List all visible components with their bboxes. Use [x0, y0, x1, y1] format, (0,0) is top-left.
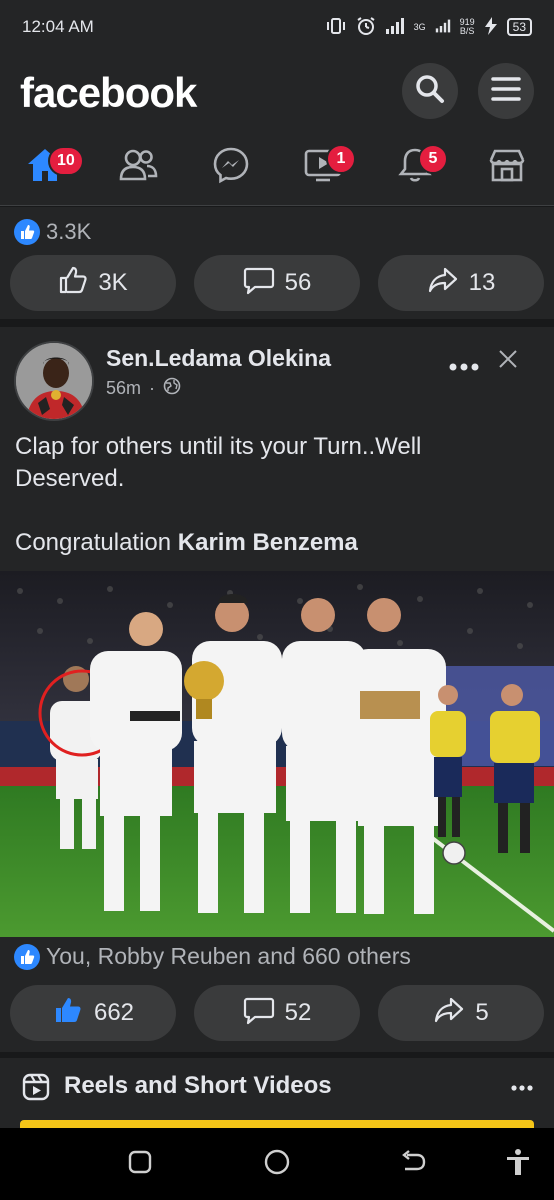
accessibility-button[interactable] [502, 1148, 534, 1180]
reaction-summary[interactable]: 3.3K [14, 219, 91, 245]
recents-icon [128, 1150, 152, 1179]
reels-section: Reels and Short Videos [0, 1058, 554, 1128]
like-count: 3K [98, 269, 128, 296]
share-count: 5 [475, 999, 489, 1026]
post-divider [0, 319, 554, 327]
post-previous: 3.3K 3K 56 13 [0, 207, 554, 319]
comment-count: 56 [284, 269, 312, 296]
menu-icon [490, 75, 522, 108]
search-icon [414, 73, 446, 110]
share-icon [433, 995, 465, 1032]
like-reaction-icon [14, 943, 40, 970]
nav-marketplace[interactable] [482, 142, 532, 192]
comment-button[interactable]: 56 [194, 255, 360, 311]
comment-button[interactable]: 52 [194, 985, 360, 1041]
post-text-line1: Clap for others until its your Turn..Wel… [15, 433, 422, 492]
back-button[interactable] [398, 1148, 430, 1180]
like-reaction-icon [14, 219, 40, 245]
nav-messenger[interactable] [206, 142, 256, 192]
hide-post-button[interactable] [496, 345, 520, 379]
facebook-logo: facebook [20, 69, 197, 116]
menu-button[interactable] [478, 63, 534, 119]
post-time[interactable]: 56m [106, 378, 141, 399]
net-speed: 919 B/S [460, 18, 475, 36]
status-bar: 12:04 AM 3G 919 B/S 53 [0, 0, 554, 54]
nav-home[interactable]: 10 [20, 142, 84, 192]
nav-friends[interactable] [113, 142, 163, 192]
reels-more-button[interactable] [510, 1068, 534, 1099]
reaction-count: 3.3K [46, 219, 92, 244]
comment-icon [243, 265, 275, 302]
back-icon [401, 1149, 427, 1179]
author-name[interactable]: Sen.Ledama Olekina [106, 345, 331, 372]
reels-icon [22, 1073, 50, 1106]
vibrate-icon [325, 17, 347, 38]
share-count: 13 [468, 269, 496, 296]
reactions-text: You, Robby Reuben and 660 others [46, 943, 411, 969]
battery-level: 53 [506, 18, 532, 36]
thumbs-up-icon [58, 265, 88, 302]
status-time: 12:04 AM [22, 17, 94, 36]
system-nav-bar [0, 1128, 554, 1200]
like-button[interactable]: 3K [10, 255, 176, 311]
share-button[interactable]: 13 [378, 255, 544, 311]
friends-icon [118, 148, 158, 187]
post-card: Sen.Ledama Olekina 56m · Clap for others… [0, 327, 554, 1052]
more-options-button[interactable] [448, 347, 480, 379]
circle-home-icon [264, 1149, 290, 1180]
messenger-icon [212, 146, 250, 189]
search-button[interactable] [402, 63, 458, 119]
net-speed-unit: B/S [459, 26, 475, 36]
recents-button[interactable] [124, 1148, 156, 1180]
signal-icon [385, 17, 405, 37]
home-badge: 10 [48, 146, 84, 176]
video-badge: 1 [326, 144, 356, 174]
like-count: 662 [93, 999, 135, 1026]
reactions-summary[interactable]: You, Robby Reuben and 660 others [14, 943, 411, 970]
signal-icon-2 [435, 18, 451, 37]
post-text-prefix: Congratulation [15, 529, 178, 556]
thumbs-up-filled-icon [52, 995, 84, 1032]
charging-icon [484, 16, 498, 38]
post-text-line2: Congratulation Karim Benzema [15, 527, 535, 559]
notifications-badge: 5 [418, 144, 448, 174]
post-photo[interactable] [0, 571, 554, 937]
home-system-button[interactable] [261, 1148, 293, 1180]
app-header: facebook [0, 54, 554, 132]
nav-notifications[interactable]: 5 [390, 142, 448, 192]
meta-separator: · [149, 378, 156, 398]
post-meta: 56m · [106, 377, 181, 400]
share-icon [427, 265, 459, 302]
reel-thumbnail-edge[interactable] [20, 1120, 534, 1128]
network-type: 3G [413, 21, 426, 32]
nav-video[interactable]: 1 [298, 142, 356, 192]
comment-icon [243, 995, 275, 1032]
post-text: Clap for others until its your Turn..Wel… [15, 431, 535, 559]
marketplace-icon [487, 147, 527, 188]
main-nav: 10 1 5 [0, 132, 554, 206]
share-button[interactable]: 5 [378, 985, 544, 1041]
tagged-person[interactable]: Karim Benzema [178, 529, 358, 556]
status-icons: 3G 919 B/S 53 [325, 16, 532, 39]
comment-count: 52 [284, 999, 312, 1026]
author-avatar[interactable] [14, 341, 94, 421]
accessibility-icon [505, 1148, 531, 1181]
like-button[interactable]: 662 [10, 985, 176, 1041]
globe-icon [163, 377, 181, 400]
reels-title: Reels and Short Videos [64, 1072, 332, 1099]
alarm-icon [356, 16, 376, 39]
